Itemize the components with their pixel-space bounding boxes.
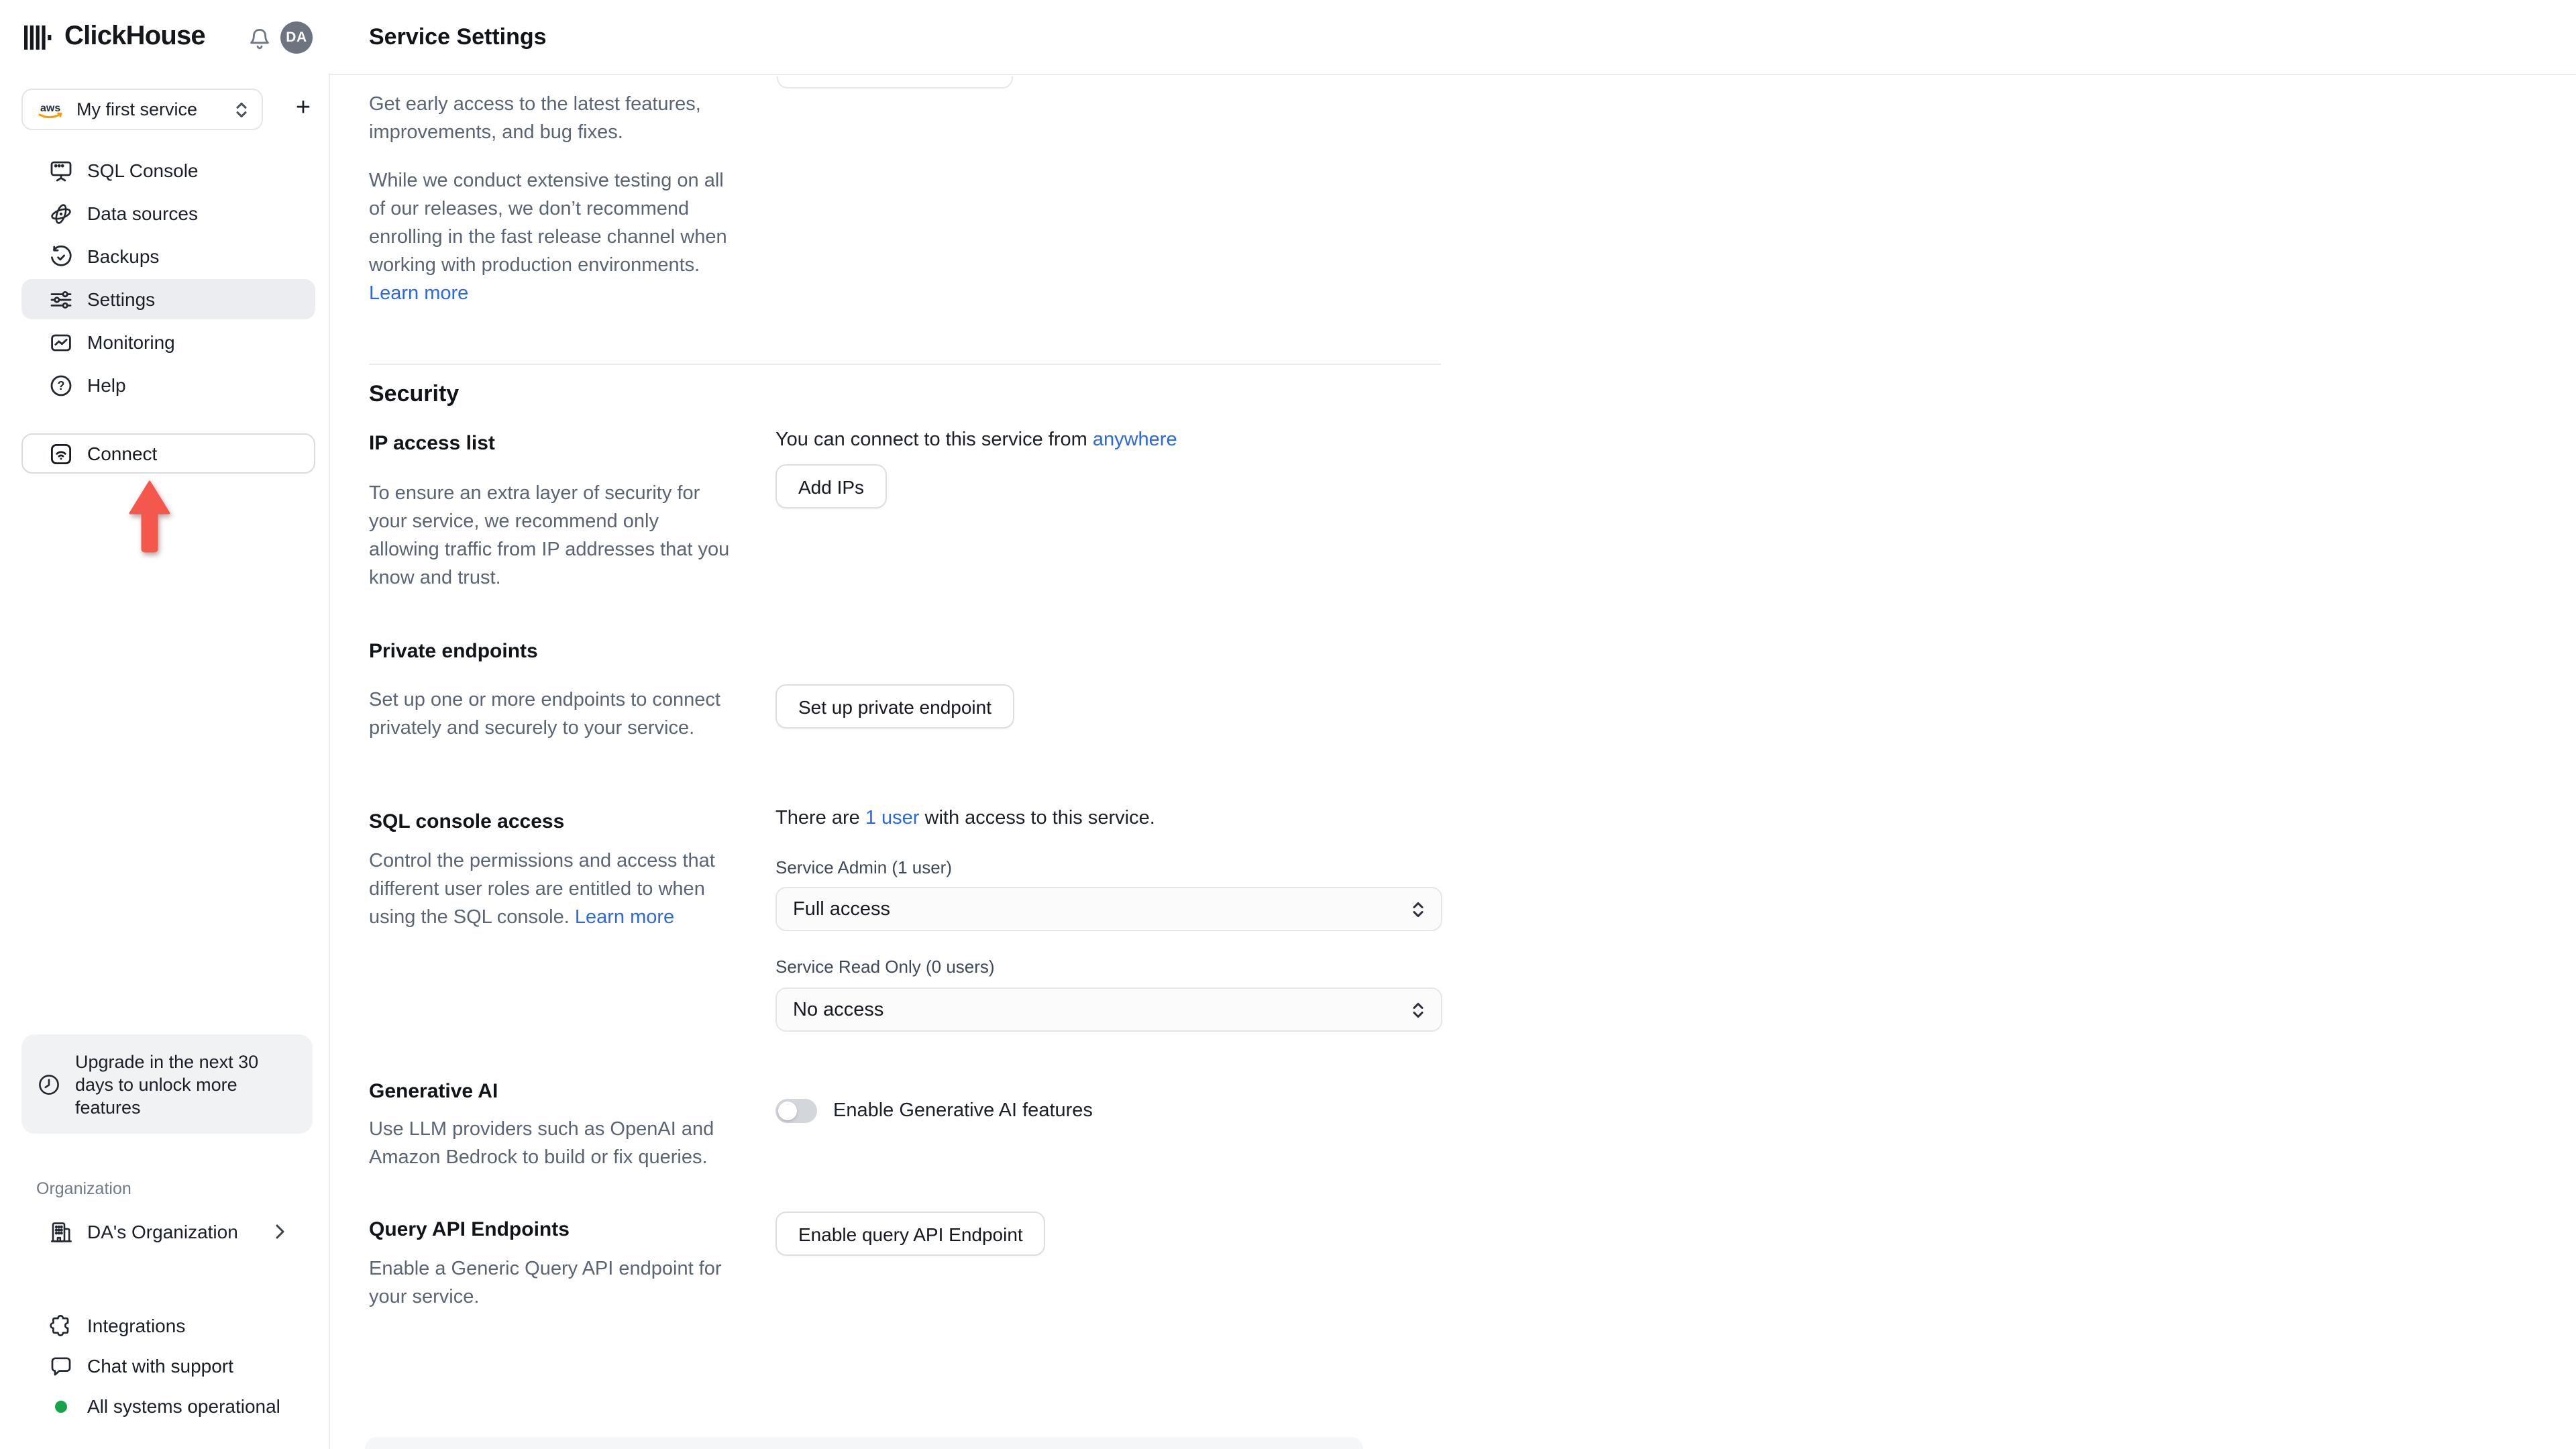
sql-access-description: Control the permissions and access that … — [369, 848, 731, 932]
sidebar-item-backups[interactable]: Backups — [21, 236, 315, 276]
service-readonly-label: Service Read Only (0 users) — [775, 957, 995, 977]
sql-access-learn-more-link[interactable]: Learn more — [575, 907, 674, 928]
service-admin-value: Full access — [793, 898, 891, 920]
chevron-updown-icon — [1413, 1002, 1424, 1018]
clickhouse-logo[interactable]: ClickHouse — [23, 21, 206, 52]
upgrade-banner[interactable]: Upgrade in the next 30 days to unlock mo… — [21, 1034, 313, 1134]
sidebar-item-label: SQL Console — [87, 160, 199, 181]
generative-ai-toggle[interactable] — [775, 1099, 817, 1123]
organization-section-label: Organization — [36, 1179, 131, 1198]
chat-support-label: Chat with support — [87, 1355, 233, 1377]
status-green-dot-icon — [55, 1400, 67, 1412]
ip-access-connect-text: You can connect to this service from any… — [775, 429, 1177, 451]
organization-item[interactable]: DA's Organization — [21, 1212, 315, 1252]
service-admin-label: Service Admin (1 user) — [775, 857, 952, 877]
release-warning-body: While we conduct extensive testing on al… — [369, 170, 727, 276]
notifications-bell-icon[interactable] — [248, 27, 271, 51]
svg-text:?: ? — [58, 378, 65, 392]
connect-label: Connect — [87, 443, 158, 464]
system-status[interactable]: All systems operational — [21, 1386, 315, 1426]
release-intro-text: Get early access to the latest features,… — [369, 94, 701, 144]
enable-query-api-button[interactable]: Enable query API Endpoint — [775, 1212, 1046, 1256]
sidebar-item-integrations[interactable]: Integrations — [21, 1305, 315, 1346]
clock-icon — [39, 1074, 59, 1094]
service-name: My first service — [76, 99, 198, 119]
sidebar-item-settings[interactable]: Settings — [21, 279, 315, 319]
sidebar-item-label: Monitoring — [87, 331, 175, 353]
service-selector[interactable]: aws My first service — [21, 89, 263, 130]
app-window: ClickHouse DA aws My first service + SQL… — [0, 0, 2576, 1449]
building-icon — [50, 1222, 72, 1242]
generative-ai-toggle-row: Enable Generative AI features — [775, 1099, 1093, 1123]
chevron-updown-icon — [1413, 901, 1424, 917]
backups-icon — [51, 245, 72, 266]
private-endpoints-description: Set up one or more endpoints to connect … — [369, 690, 720, 739]
puzzle-icon — [50, 1314, 69, 1336]
query-api-description: Enable a Generic Query API endpoint for … — [369, 1258, 722, 1308]
section-divider — [369, 364, 1441, 365]
integrations-label: Integrations — [87, 1315, 186, 1336]
sidebar-item-chat-support[interactable]: Chat with support — [21, 1346, 315, 1386]
service-readonly-value: No access — [793, 999, 884, 1020]
release-warning-text: While we conduct extensive testing on al… — [369, 168, 734, 309]
clickhouse-logo-icon — [24, 25, 52, 49]
generative-ai-toggle-label: Enable Generative AI features — [833, 1100, 1093, 1122]
sidebar-item-data-sources[interactable]: Data sources — [21, 193, 315, 233]
brand-name: ClickHouse — [64, 21, 206, 51]
sql-console-access-title: SQL console access — [369, 810, 565, 833]
sql-access-users-text: There are 1 user with access to this ser… — [775, 808, 1155, 829]
anywhere-link[interactable]: anywhere — [1093, 429, 1177, 451]
generative-ai-title: Generative AI — [369, 1080, 498, 1103]
release-learn-more-link[interactable]: Learn more — [369, 283, 468, 305]
connect-from-text: You can connect to this service from — [775, 429, 1093, 451]
query-api-endpoints-title: Query API Endpoints — [369, 1218, 570, 1241]
add-ips-button[interactable]: Add IPs — [775, 464, 888, 508]
sidebar-item-label: Settings — [87, 288, 156, 310]
help-icon: ? — [50, 374, 72, 396]
sidebar-item-sql-console[interactable]: SQL Console — [21, 150, 315, 191]
ip-access-list-title: IP access list — [369, 432, 495, 455]
service-admin-select[interactable]: Full access — [775, 887, 1442, 931]
status-label: All systems operational — [87, 1395, 280, 1417]
toggle-knob — [778, 1102, 797, 1120]
service-readonly-select[interactable]: No access — [775, 987, 1442, 1032]
sidebar-item-help[interactable]: ? Help — [21, 365, 315, 405]
avatar-initials: DA — [286, 30, 307, 46]
upgrade-text: Upgrade in the next 30 days to unlock mo… — [75, 1051, 259, 1117]
chat-bubble-icon — [51, 1356, 71, 1375]
sidebar-item-label: Backups — [87, 246, 160, 267]
user-avatar[interactable]: DA — [280, 21, 313, 54]
users-suffix: with access to this service. — [919, 808, 1155, 829]
annotation-arrow-icon — [129, 480, 170, 555]
settings-sliders-icon — [50, 290, 72, 308]
sidebar-item-label: Help — [87, 374, 126, 396]
data-sources-icon — [51, 203, 71, 223]
private-endpoints-title: Private endpoints — [369, 640, 538, 663]
connect-wifi-icon — [51, 443, 72, 464]
user-count-link[interactable]: 1 user — [865, 808, 920, 829]
sql-console-icon — [50, 160, 72, 181]
sidebar-item-label: Data sources — [87, 203, 198, 224]
sidebar-item-monitoring[interactable]: Monitoring — [21, 322, 315, 362]
release-channel-select-partial[interactable] — [777, 76, 1013, 89]
users-prefix: There are — [775, 808, 865, 829]
sidebar: ClickHouse DA aws My first service + SQL… — [0, 0, 330, 1449]
next-section-card-partial — [365, 1437, 1363, 1449]
plus-icon: + — [295, 94, 311, 122]
aws-icon: aws — [38, 102, 62, 118]
svg-text:aws: aws — [40, 102, 60, 113]
ip-access-description: To ensure an extra layer of security for… — [369, 483, 730, 589]
setup-private-endpoint-button[interactable]: Set up private endpoint — [775, 684, 1014, 729]
page-header: Service Settings — [329, 0, 2576, 75]
chevron-updown-icon — [236, 101, 247, 117]
add-service-button[interactable]: + — [287, 93, 319, 125]
page-title: Service Settings — [369, 23, 547, 49]
organization-name: DA's Organization — [87, 1221, 238, 1242]
security-section-title: Security — [369, 381, 460, 407]
generative-ai-description: Use LLM providers such as OpenAI and Ama… — [369, 1119, 714, 1169]
chevron-right-icon — [274, 1224, 286, 1240]
monitoring-icon — [51, 333, 71, 351]
connect-button[interactable]: Connect — [21, 433, 315, 474]
